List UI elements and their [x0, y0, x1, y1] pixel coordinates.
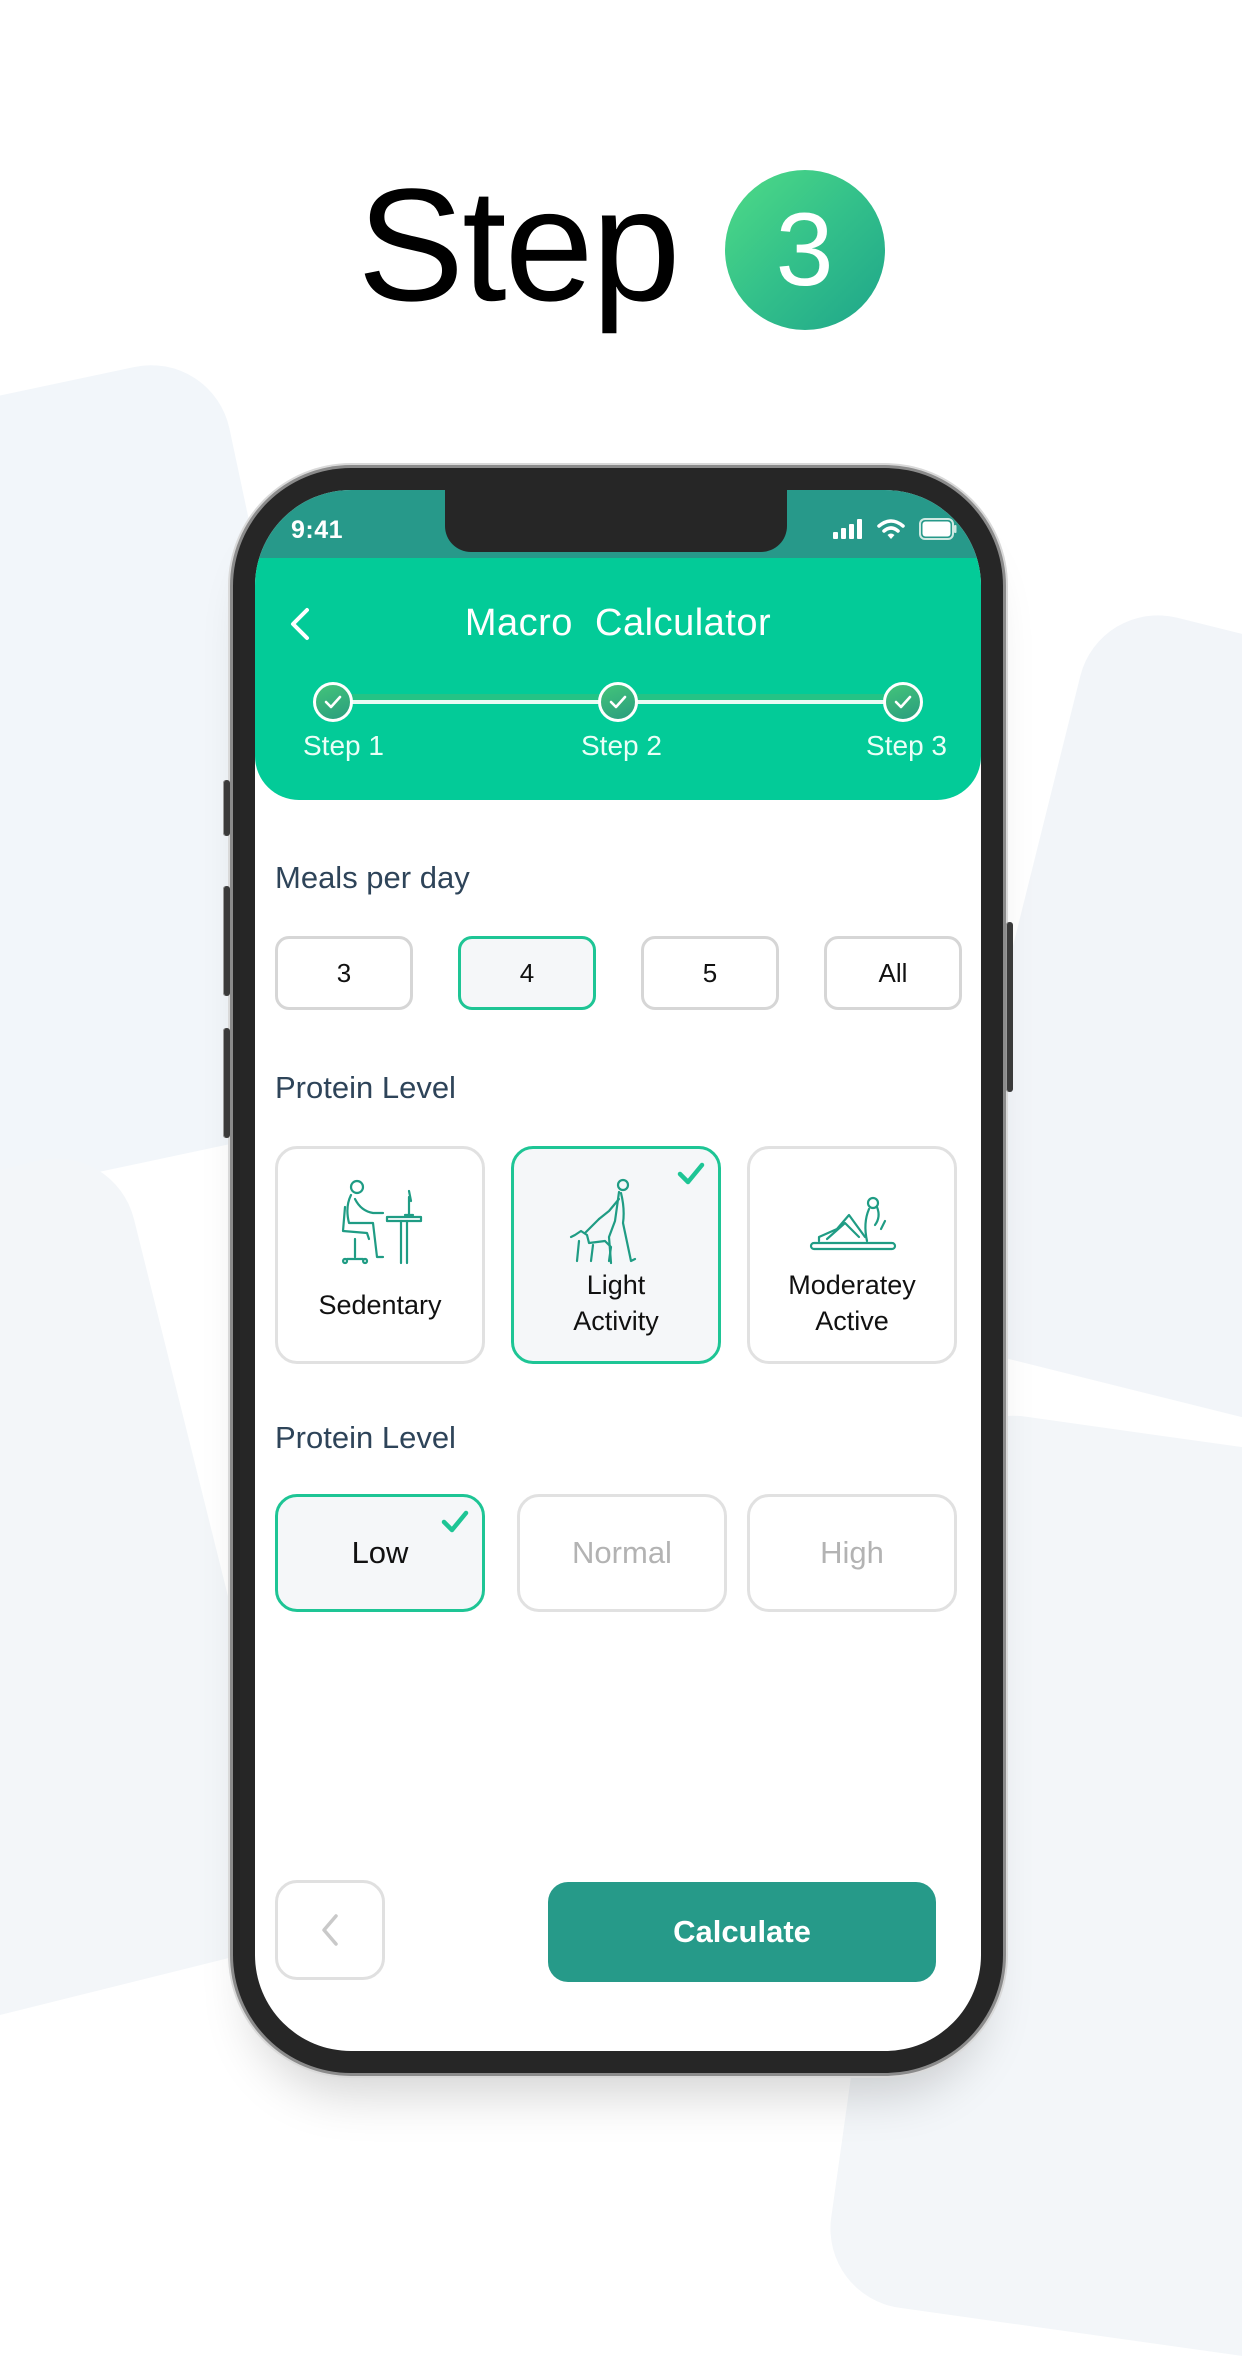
activity-label: Moderatey Active [750, 1267, 954, 1339]
app-screen: 9:41 Macro Calculator Step 1 Step 2 Step… [255, 490, 981, 2051]
step-3-check-icon [883, 682, 923, 722]
status-time: 9:41 [291, 516, 344, 544]
activity-option-light-activity[interactable]: Light Activity [511, 1146, 721, 1364]
step-1-label: Step 1 [303, 730, 384, 761]
step-progress [313, 682, 923, 722]
protein-level-label: Protein Level [275, 1420, 456, 1455]
meals-option-4[interactable]: 4 [458, 936, 596, 1010]
person-at-desk-icon [341, 1179, 423, 1265]
phone-notch [445, 490, 787, 552]
activity-label: Light Activity [514, 1267, 718, 1339]
hero-heading: Step 3 [0, 150, 1242, 350]
hero-title: Step [357, 155, 680, 334]
step-number-badge: 3 [724, 170, 885, 330]
previous-step-button[interactable] [275, 1880, 385, 1980]
chevron-left-icon [322, 1914, 338, 1946]
app-header: Macro Calculator Step 1 Step 2 Step 3 [255, 558, 981, 800]
activity-label-line: Light [586, 1270, 646, 1300]
activity-level-label: Protein Level [275, 1070, 456, 1105]
step-2-label: Step 2 [581, 730, 662, 761]
mute-switch [223, 780, 230, 836]
power-button [1006, 922, 1013, 1092]
protein-option-label: High [820, 1535, 884, 1570]
meals-option-5[interactable]: 5 [641, 936, 779, 1010]
check-icon [441, 1510, 469, 1533]
protein-option-low[interactable]: Low [275, 1494, 485, 1612]
volume-up-button [223, 886, 230, 996]
activity-label: Sedentary [318, 1290, 442, 1320]
meals-option-all[interactable]: All [824, 936, 962, 1010]
protein-option-label: Normal [572, 1535, 672, 1570]
signal-icon [833, 519, 862, 539]
meals-option-3[interactable]: 3 [275, 936, 413, 1010]
activity-label-line: Active [815, 1306, 889, 1336]
person-walking-dog-icon [569, 1178, 637, 1265]
step-3-label: Step 3 [866, 730, 947, 761]
protein-option-label: Low [351, 1535, 409, 1570]
check-icon [677, 1162, 705, 1185]
protein-option-high[interactable]: High [747, 1494, 957, 1612]
activity-option-sedentary[interactable]: Sedentary [275, 1146, 485, 1364]
step-2-check-icon [598, 682, 638, 722]
activity-option-moderately-active[interactable]: Moderatey Active [747, 1146, 957, 1364]
person-situp-exercise-icon [809, 1196, 897, 1251]
wifi-icon [877, 519, 905, 539]
activity-label-line: Moderatey [788, 1270, 916, 1300]
phone-mockup: 9:41 Macro Calculator Step 1 Step 2 Step… [223, 468, 1013, 2073]
volume-down-button [223, 1028, 230, 1138]
step-1-check-icon [313, 682, 353, 722]
protein-option-normal[interactable]: Normal [517, 1494, 727, 1612]
battery-icon [919, 518, 957, 540]
calculate-button[interactable]: Calculate [548, 1882, 936, 1982]
meals-per-day-label: Meals per day [275, 860, 470, 895]
page-title: Macro Calculator [464, 602, 772, 644]
activity-label-line: Activity [573, 1306, 659, 1336]
